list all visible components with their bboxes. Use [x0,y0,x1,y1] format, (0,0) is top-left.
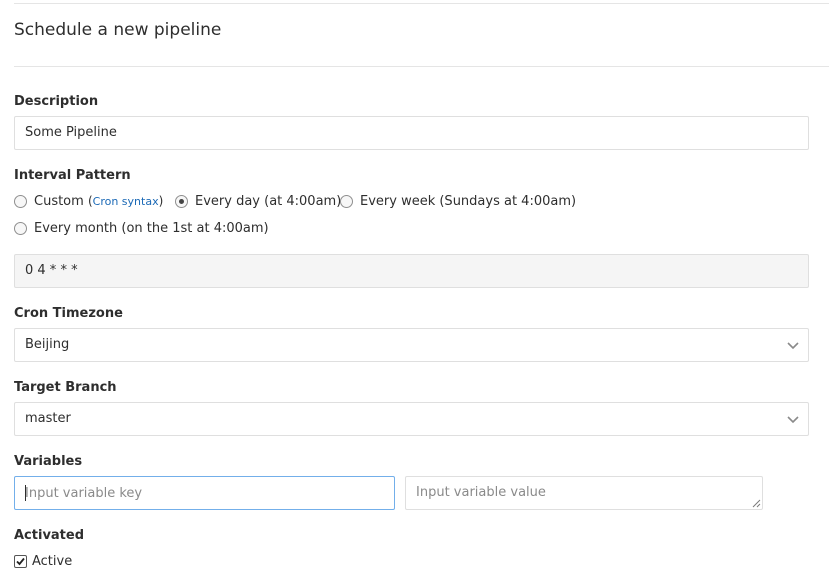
variable-value-input[interactable] [405,476,763,510]
radio-option-every-day[interactable]: Every day (at 4:00am) [175,194,341,209]
target-branch-select[interactable]: master [14,402,809,436]
radio-every-week-label: Every week (Sundays at 4:00am) [360,194,577,209]
checkmark-icon [16,557,25,566]
cron-timezone-value: Beijing [25,337,70,352]
radio-every-month[interactable] [14,222,27,235]
variables-label: Variables [14,454,83,469]
radio-option-every-month[interactable]: Every month (on the 1st at 4:00am) [14,221,269,236]
cron-syntax-close-paren: ) [158,194,164,208]
resize-grip-icon[interactable] [752,499,761,508]
description-label: Description [14,94,99,109]
active-checkbox-label: Active [32,554,73,569]
cron-timezone-select[interactable]: Beijing [14,328,809,362]
radio-every-day-label: Every day (at 4:00am) [195,194,342,209]
variable-key-input[interactable] [14,476,395,510]
title-divider [14,66,829,67]
active-checkbox[interactable] [14,555,27,568]
radio-every-week[interactable] [340,195,353,208]
target-branch-label: Target Branch [14,380,117,395]
activated-label: Activated [14,528,85,543]
radio-custom-label: Custom [34,194,84,209]
top-divider [14,3,829,4]
description-input[interactable]: Some Pipeline [14,116,809,150]
cron-pattern-input[interactable]: 0 4 * * * [14,254,809,288]
interval-pattern-label: Interval Pattern [14,168,131,183]
cron-syntax-link[interactable]: Cron syntax [93,195,159,208]
cron-timezone-label: Cron Timezone [14,306,123,321]
radio-custom[interactable] [14,195,27,208]
radio-option-custom[interactable]: Custom (Cron syntax) [14,194,163,209]
chevron-down-icon [787,416,799,424]
radio-every-day[interactable] [175,195,188,208]
page-title: Schedule a new pipeline [14,20,222,40]
radio-option-every-week[interactable]: Every week (Sundays at 4:00am) [340,194,576,209]
text-caret [25,485,26,501]
radio-every-month-label: Every month (on the 1st at 4:00am) [34,221,269,236]
active-checkbox-row[interactable]: Active [14,554,72,569]
chevron-down-icon [787,342,799,350]
target-branch-value: master [25,411,71,426]
